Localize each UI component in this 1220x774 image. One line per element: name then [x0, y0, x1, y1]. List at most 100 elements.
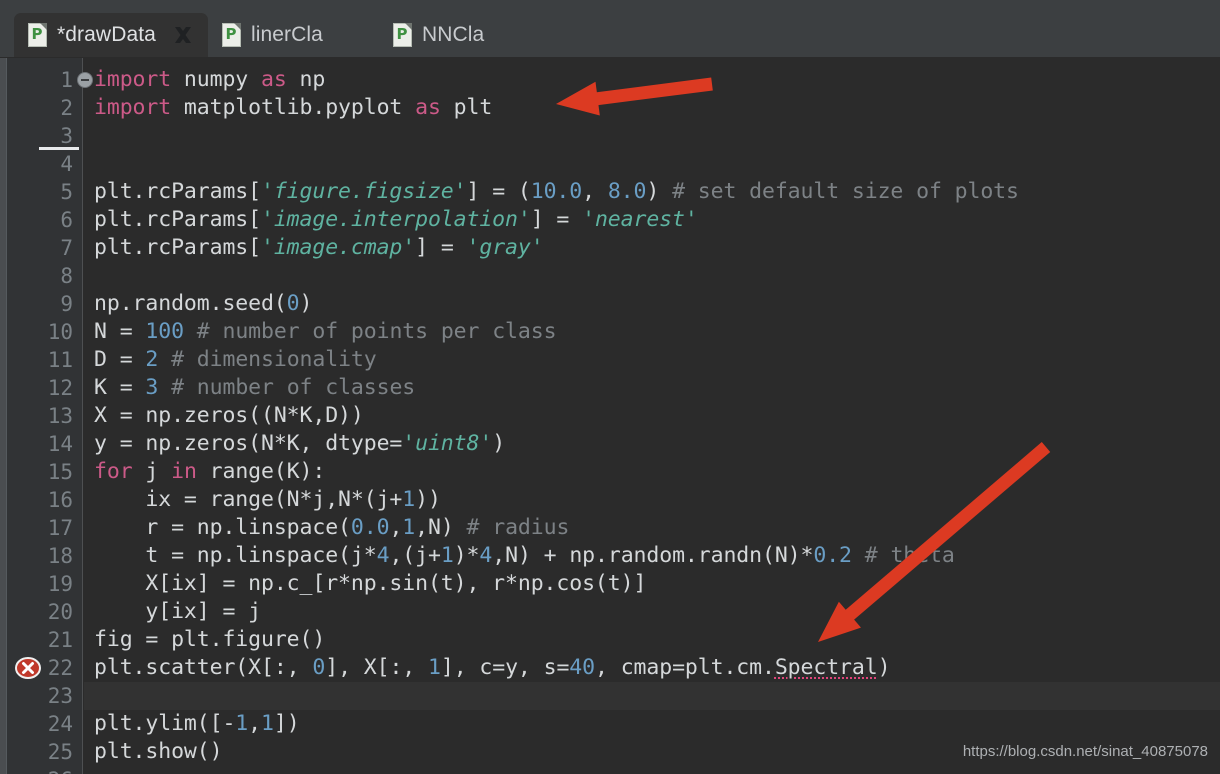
code-token: 'nearest' — [582, 207, 698, 232]
code-token: 0.2 — [813, 543, 852, 568]
code-token: X = np.zeros((N*K,D)) — [94, 403, 364, 428]
tab-drawData[interactable]: P *drawData — [14, 13, 208, 57]
code-token: )* — [453, 543, 480, 568]
code-token: range(K): — [196, 459, 326, 484]
code-token: 0 — [286, 291, 300, 316]
code-line[interactable]: import numpy as np — [94, 66, 325, 94]
code-line[interactable]: N = 100 # number of points per class — [94, 318, 557, 346]
code-token: y = np.zeros(N*K, dtype= — [94, 431, 403, 456]
code-token: ], c=y, s= — [440, 655, 570, 680]
code-line[interactable]: for j in range(K): — [94, 458, 325, 486]
line-number: 3 — [60, 124, 73, 148]
code-line[interactable]: plt.ylim([-1,1]) — [94, 710, 300, 738]
line-number: 21 — [47, 628, 73, 652]
line-number: 26 — [9, 766, 73, 774]
code-line[interactable]: X = np.zeros((N*K,D)) — [94, 402, 364, 430]
line-number: 11 — [47, 348, 73, 372]
code-token: fig = plt.figure() — [94, 627, 326, 652]
code-token: 3 — [145, 375, 159, 400]
watermark-url: https://blog.csdn.net/sinat_40875078 — [962, 743, 1208, 760]
line-number: 2 — [60, 96, 73, 120]
code-line[interactable]: ix = range(N*j,N*(j+1)) — [94, 486, 441, 514]
code-token: in — [171, 459, 197, 484]
code-line[interactable]: np.random.seed(0) — [94, 290, 312, 318]
code-line[interactable]: plt.rcParams['image.interpolation'] = 'n… — [94, 206, 698, 234]
code-token: 10.0 — [530, 179, 583, 204]
line-number: 24 — [47, 712, 73, 736]
line-number: 23 — [47, 684, 73, 708]
code-token: # radius — [466, 515, 570, 540]
code-token: 1 — [402, 515, 416, 540]
line-number: 10 — [47, 320, 73, 344]
code-token: Spectral — [774, 655, 878, 680]
code-token: plt.show() — [94, 739, 223, 764]
code-token: 1 — [402, 487, 416, 512]
line-number: 13 — [47, 404, 73, 428]
code-line[interactable]: y = np.zeros(N*K, dtype='uint8') — [94, 430, 505, 458]
code-line[interactable]: import matplotlib.pyplot as plt — [94, 94, 492, 122]
line-number: 14 — [47, 432, 73, 456]
code-token: numpy — [171, 67, 261, 92]
current-line-highlight — [84, 682, 1220, 710]
code-token: import — [94, 95, 172, 120]
python-file-icon: P — [221, 23, 241, 47]
code-token: plt.scatter(X[:, — [94, 655, 313, 680]
code-token: t = np.linspace(j* — [94, 543, 377, 568]
code-token: 'image.cmap' — [260, 235, 416, 260]
editor-left-strip — [0, 58, 7, 774]
editor-window: P *drawData P linerCla P NNCla 1 2 3 4 5… — [0, 0, 1220, 774]
code-token: plt — [440, 95, 493, 120]
code-token: 40 — [569, 655, 595, 680]
code-line[interactable]: X[ix] = np.c_[r*np.sin(t), r*np.cos(t)] — [94, 570, 646, 598]
line-number-gutter[interactable]: 1 2 3 4 5 6 7 8 9 10 11 12 13 14 15 16 17 18 19 20 21 22 23 24 2… — [7, 58, 93, 774]
line-number: 16 — [47, 488, 73, 512]
line-number: 15 — [47, 460, 73, 484]
code-line[interactable]: D = 2 # dimensionality — [94, 346, 377, 374]
line-number: 8 — [60, 264, 73, 288]
code-line[interactable]: plt.rcParams['image.cmap'] = 'gray' — [94, 234, 544, 262]
code-token: ] = — [530, 207, 583, 232]
code-token: ]) — [273, 711, 300, 736]
line-number: 25 — [47, 740, 73, 764]
code-text-area[interactable]: import numpy as np import matplotlib.pypl… — [84, 58, 1220, 774]
code-line[interactable]: r = np.linspace(0.0,1,N) # radius — [94, 514, 569, 542]
tab-linerCla[interactable]: P linerCla — [208, 13, 337, 57]
code-line[interactable]: t = np.linspace(j*4,(j+1)*4,N) + np.rand… — [94, 542, 954, 570]
code-token: j — [132, 459, 172, 484]
code-token: plt.rcParams[ — [94, 207, 261, 232]
line-number: 19 — [47, 572, 73, 596]
code-line[interactable]: y[ix] = j — [94, 598, 261, 626]
code-token: ) — [299, 291, 313, 316]
code-token: matplotlib.pyplot — [171, 95, 416, 120]
code-token: )) — [415, 487, 441, 512]
code-token: 4 — [376, 543, 390, 568]
code-token: plt.rcParams[ — [94, 235, 261, 260]
code-token: ,N) — [415, 515, 467, 540]
code-token: ix = range(N*j,N*(j+ — [94, 487, 403, 512]
error-circle-x-icon[interactable] — [15, 655, 41, 681]
code-token: r = np.linspace( — [94, 515, 351, 540]
code-token: 100 — [145, 319, 184, 344]
code-line[interactable]: plt.scatter(X[:, 0], X[:, 1], c=y, s=40,… — [94, 654, 891, 682]
code-line[interactable]: plt.rcParams['figure.figsize'] = (10.0, … — [94, 178, 1019, 206]
code-line[interactable]: fig = plt.figure() — [94, 626, 325, 654]
code-editor[interactable]: 1 2 3 4 5 6 7 8 9 10 11 12 13 14 15 16 17 18 19 20 21 22 23 24 2… — [0, 58, 1220, 774]
code-line[interactable]: K = 3 # number of classes — [94, 374, 415, 402]
code-token: 1 — [427, 655, 441, 680]
tab-NNCla[interactable]: P NNCla — [379, 13, 498, 57]
python-file-icon: P — [28, 23, 47, 47]
code-token: import — [94, 67, 172, 92]
code-token: # dimensionality — [171, 347, 377, 372]
line-number: 6 — [60, 208, 73, 232]
code-token: D = — [94, 347, 146, 372]
code-token: 8.0 — [607, 179, 647, 204]
code-token: , — [248, 711, 262, 736]
code-token: plt.rcParams[ — [94, 179, 261, 204]
line-number: 4 — [60, 152, 73, 176]
close-x-icon[interactable] — [172, 24, 194, 46]
code-token: ] = ( — [466, 179, 531, 204]
code-line[interactable]: plt.show() — [94, 738, 223, 766]
code-token: plt.ylim([- — [94, 711, 236, 736]
